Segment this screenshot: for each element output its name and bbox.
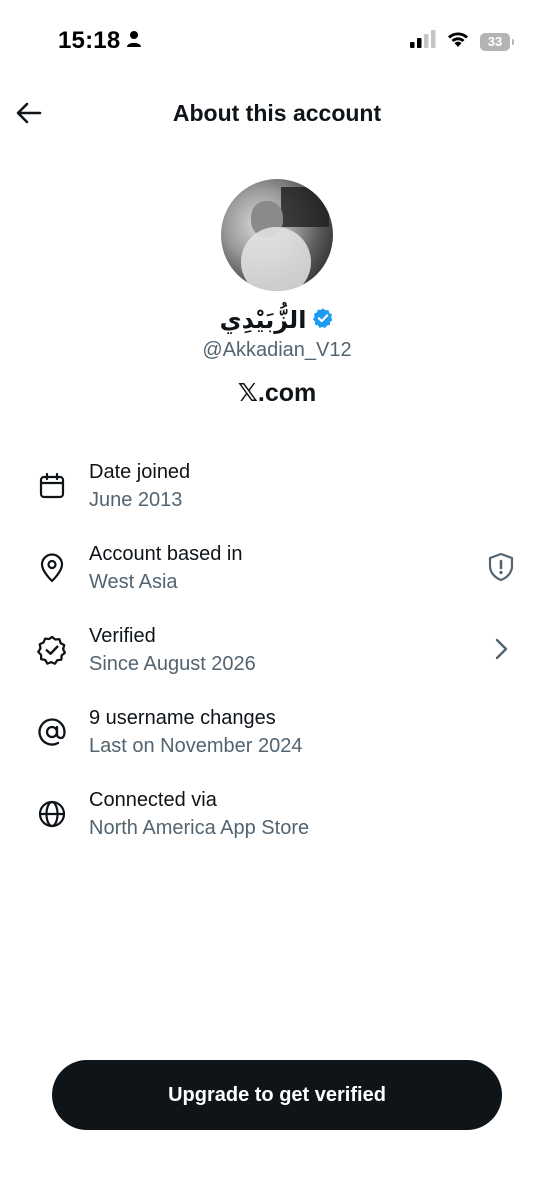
upgrade-verified-button[interactable]: Upgrade to get verified xyxy=(52,1060,502,1130)
header: About this account xyxy=(0,88,554,142)
info-label: Date joined xyxy=(89,461,191,483)
globe-icon xyxy=(36,798,68,830)
status-time-text: 15:18 xyxy=(58,27,121,54)
username-handle: @Akkadian_V12 xyxy=(202,339,352,361)
shield-icon[interactable] xyxy=(486,552,516,582)
battery-icon: 33 xyxy=(480,32,514,51)
status-icons: 33 xyxy=(410,30,514,53)
info-value: Since August 2026 xyxy=(89,653,256,675)
verified-checkmark-icon xyxy=(312,307,334,334)
info-label: Account based in xyxy=(89,543,243,565)
info-row-username-changes: 9 username changes Last on November 2024 xyxy=(0,702,554,784)
info-label: 9 username changes xyxy=(89,707,276,729)
info-row-verified[interactable]: Verified Since August 2026 xyxy=(0,620,554,702)
status-bar: 15:18 33 xyxy=(0,0,554,80)
info-row-account-based-in: Account based in West Asia xyxy=(0,538,554,620)
location-pin-icon xyxy=(36,552,68,584)
wifi-icon xyxy=(446,30,470,53)
site-label: 𝕏.com xyxy=(237,379,317,407)
account-info-list: Date joined June 2013 Account based in W… xyxy=(0,456,554,866)
info-label: Connected via xyxy=(89,789,217,811)
info-label: Verified xyxy=(89,625,156,647)
info-row-connected-via: Connected via North America App Store xyxy=(0,784,554,866)
page-title: About this account xyxy=(172,100,382,126)
info-row-date-joined: Date joined June 2013 xyxy=(0,456,554,538)
display-name: الزُّبَيْدِي xyxy=(219,306,307,334)
avatar xyxy=(221,179,333,291)
person-icon xyxy=(126,27,142,55)
verified-badge-icon xyxy=(36,634,68,666)
info-value: North America App Store xyxy=(89,817,310,839)
upgrade-button-label: Upgrade to get verified xyxy=(168,1083,386,1106)
info-value: June 2013 xyxy=(89,489,183,511)
cellular-signal-icon xyxy=(410,30,436,53)
info-value: West Asia xyxy=(89,571,178,593)
calendar-icon xyxy=(36,470,68,502)
info-value: Last on November 2024 xyxy=(89,735,303,757)
chevron-right-icon[interactable] xyxy=(486,634,516,664)
display-name-row: الزُّبَيْدِي xyxy=(0,306,554,334)
battery-level: 33 xyxy=(487,34,503,49)
status-time: 15:18 xyxy=(58,27,142,55)
at-sign-icon xyxy=(36,716,68,748)
